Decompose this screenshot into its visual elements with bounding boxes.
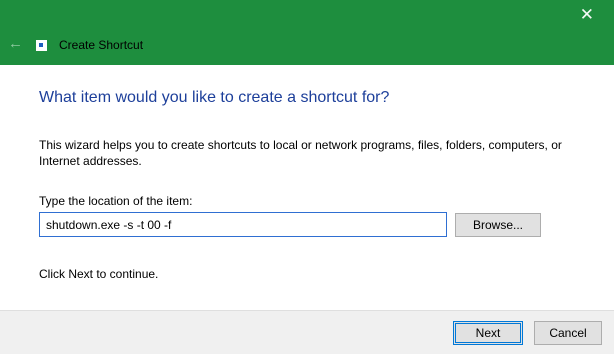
- close-icon[interactable]: ✕: [580, 6, 594, 23]
- location-label: Type the location of the item:: [39, 194, 193, 208]
- location-input[interactable]: [39, 212, 447, 237]
- shortcut-app-icon: [36, 40, 47, 51]
- cancel-button-label: Cancel: [549, 326, 587, 340]
- cancel-button[interactable]: Cancel: [534, 321, 602, 345]
- back-arrow-icon[interactable]: ←: [8, 36, 23, 51]
- next-button-label: Next: [475, 326, 501, 340]
- window-title: Create Shortcut: [59, 38, 144, 52]
- continue-hint: Click Next to continue.: [39, 267, 159, 281]
- title-bar: ✕ ← Create Shortcut: [0, 0, 614, 65]
- wizard-description: This wizard helps you to create shortcut…: [39, 138, 562, 168]
- browse-button[interactable]: Browse...: [455, 213, 541, 237]
- next-button[interactable]: Next: [453, 321, 523, 345]
- wizard-heading: What item would you like to create a sho…: [39, 89, 390, 106]
- browse-button-label: Browse...: [472, 218, 523, 232]
